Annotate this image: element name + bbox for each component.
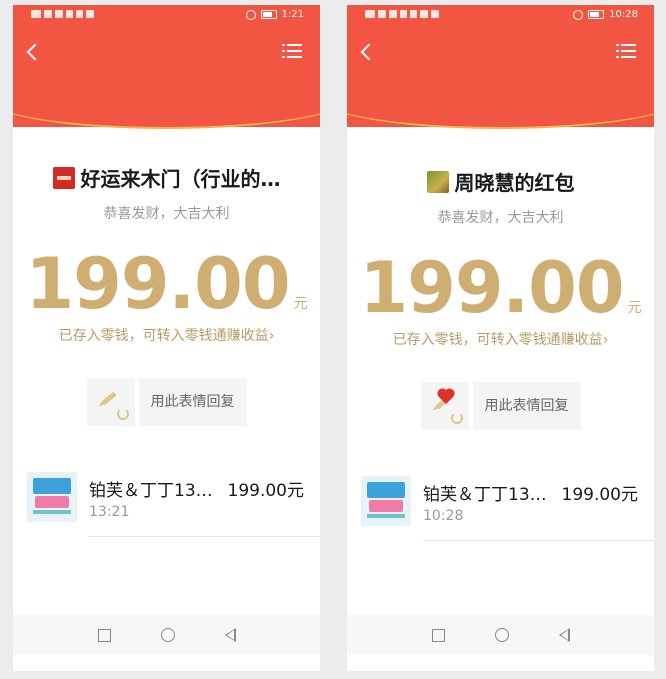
triangle-back-icon[interactable]: [558, 628, 570, 642]
stored-note: 已存入零钱，可转入零钱通赚收益: [58, 328, 269, 344]
circle-home-icon[interactable]: [494, 628, 509, 642]
phone-screen-left: 1:21 好运来木门（行业的… 恭喜发财，大吉大利 199.00 元 已存入零钱，…: [13, 5, 320, 671]
recipient-avatar: [27, 472, 77, 522]
phone-screen-right: 10:28 周晓慧的红包 恭喜发财，大吉大利 199.00 元 已存入零钱，可转入…: [347, 5, 654, 671]
sender-title: 周晓慧的红包: [347, 167, 654, 196]
pen-sticker-icon: [100, 391, 117, 406]
list-item[interactable]: 铂芙＆丁丁13… 199.00元 13:21: [13, 468, 320, 538]
status-bar: 10:28: [347, 5, 654, 27]
sticker-button[interactable]: [420, 382, 469, 430]
triangle-back-icon[interactable]: [224, 628, 236, 642]
circle-home-icon[interactable]: [160, 628, 175, 642]
square-recent-icon[interactable]: [431, 628, 445, 642]
divider: [423, 540, 654, 541]
sticker-reply-row: 用此表情回复: [13, 378, 320, 426]
back-arrow-icon[interactable]: [357, 41, 379, 63]
system-nav-bar: [347, 615, 654, 655]
stored-to-change-link[interactable]: 已存入零钱，可转入零钱通赚收益›: [13, 325, 320, 345]
amount-display: 199.00 元: [347, 247, 654, 329]
square-recent-icon[interactable]: [97, 628, 111, 642]
signal-icons: [365, 10, 439, 18]
sender-name: 好运来木门（行业的…: [80, 167, 281, 191]
stored-note: 已存入零钱，可转入零钱通赚收益: [392, 332, 603, 348]
record-time: 13:21: [89, 504, 130, 520]
record-time: 10:28: [423, 508, 464, 524]
reply-with-sticker-button[interactable]: 用此表情回复: [472, 382, 581, 430]
refresh-icon: [116, 408, 129, 420]
recipient-avatar: [361, 476, 411, 526]
chevron-right-icon: ›: [602, 332, 609, 348]
list-menu-icon[interactable]: [616, 43, 636, 59]
alarm-icon: [245, 9, 256, 20]
amount-value: 199.00: [25, 243, 290, 325]
sticker-reply-row: 用此表情回复: [347, 382, 654, 430]
sender-avatar: [426, 171, 449, 193]
record-name: 铂芙＆丁丁13…: [89, 481, 213, 501]
amount-display: 199.00 元: [13, 243, 320, 325]
stored-to-change-link[interactable]: 已存入零钱，可转入零钱通赚收益›: [347, 329, 654, 349]
back-arrow-icon[interactable]: [23, 41, 45, 63]
sender-name: 周晓慧的红包: [454, 171, 575, 195]
list-item[interactable]: 铂芙＆丁丁13… 199.00元 10:28: [347, 472, 654, 542]
blessing-text: 恭喜发财，大吉大利: [103, 206, 230, 222]
battery-icon: [260, 10, 277, 19]
amount-unit: 元: [627, 300, 642, 316]
status-time: 10:28: [609, 9, 638, 20]
record-amount: 199.00元: [227, 481, 304, 501]
system-nav-bar: [13, 615, 320, 655]
sender-title: 好运来木门（行业的…: [13, 163, 320, 192]
sticker-button[interactable]: [86, 378, 135, 426]
refresh-icon: [450, 412, 463, 424]
divider: [89, 536, 320, 537]
list-menu-icon[interactable]: [282, 43, 302, 59]
record-amount: 199.00元: [561, 485, 638, 505]
amount-unit: 元: [293, 296, 308, 312]
sender-avatar: [52, 167, 75, 189]
status-time: 1:21: [281, 9, 304, 20]
battery-icon: [588, 10, 605, 19]
chevron-right-icon: ›: [268, 328, 275, 344]
signal-icons: [31, 10, 94, 18]
blessing-text: 恭喜发财，大吉大利: [437, 210, 564, 226]
record-name: 铂芙＆丁丁13…: [423, 485, 547, 505]
status-bar: 1:21: [13, 5, 320, 27]
amount-value: 199.00: [359, 247, 624, 329]
reply-with-sticker-button[interactable]: 用此表情回复: [138, 378, 247, 426]
alarm-icon: [573, 9, 584, 20]
